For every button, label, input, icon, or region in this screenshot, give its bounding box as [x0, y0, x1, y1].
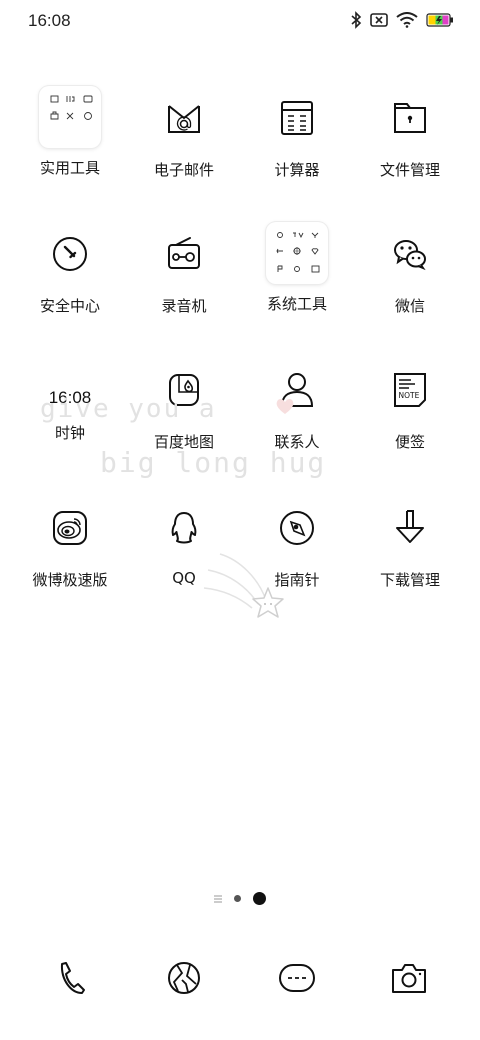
- app-calculator[interactable]: 计算器: [237, 86, 357, 180]
- download-icon: [378, 496, 442, 560]
- page-dot-current[interactable]: [253, 892, 266, 905]
- wallpaper-text-line1: give you a: [40, 394, 217, 424]
- dock-browser[interactable]: [156, 950, 212, 1006]
- bluetooth-icon: [350, 11, 362, 29]
- status-bar: 16:08: [0, 0, 480, 44]
- app-label: 系统工具: [266, 295, 327, 313]
- security-icon: [38, 222, 102, 286]
- app-label: 文件管理: [379, 161, 440, 179]
- dock-phone[interactable]: [43, 950, 99, 1006]
- notes-icon-text: NOTE: [399, 391, 420, 400]
- sim-off-icon: [370, 12, 388, 28]
- app-file-manager[interactable]: 文件管理: [350, 86, 470, 180]
- camera-icon: [392, 964, 426, 993]
- page-dot[interactable]: [234, 895, 241, 902]
- file-manager-icon: [378, 86, 442, 150]
- app-weibo[interactable]: 微博极速版: [10, 496, 130, 590]
- page-indicator[interactable]: [0, 892, 480, 905]
- wifi-icon: [396, 12, 418, 28]
- status-time: 16:08: [28, 11, 71, 30]
- battery-charging-icon: [426, 13, 454, 27]
- notes-icon: NOTE: [378, 358, 442, 422]
- calculator-icon: [265, 86, 329, 150]
- phone-icon: [60, 962, 85, 994]
- messages-icon: [279, 964, 315, 992]
- browser-icon: [168, 962, 200, 994]
- app-email[interactable]: 电子邮件: [124, 86, 244, 180]
- recorder-icon: [152, 222, 216, 286]
- app-download-manager[interactable]: 下载管理: [350, 496, 470, 590]
- folder-utilities-icon: [39, 86, 101, 148]
- app-label: 下载管理: [379, 571, 440, 589]
- wechat-icon: [378, 222, 442, 286]
- page-list-icon[interactable]: [214, 894, 222, 904]
- app-label: 时钟: [54, 424, 85, 442]
- wallpaper-text-line2: big long hug: [100, 446, 327, 479]
- app-recorder[interactable]: 录音机: [124, 222, 244, 316]
- shooting-star-decoration-icon: [203, 553, 284, 618]
- mail-icon: [152, 86, 216, 150]
- app-security-center[interactable]: 安全中心: [10, 222, 130, 316]
- app-label: 计算器: [274, 161, 320, 179]
- app-notes[interactable]: NOTE 便签: [350, 358, 470, 452]
- app-label: 便签: [394, 433, 425, 451]
- status-icons: [350, 11, 454, 29]
- app-label: 实用工具: [39, 159, 100, 177]
- dock-messages[interactable]: [269, 950, 325, 1006]
- dock: [0, 950, 480, 1006]
- heart-decoration-icon: [276, 398, 294, 414]
- app-label: 录音机: [161, 297, 207, 315]
- app-label: 微博极速版: [32, 571, 108, 589]
- weibo-icon: [38, 496, 102, 560]
- folder-system-tools-icon: [266, 222, 328, 284]
- app-label: 微信: [394, 297, 425, 315]
- dock-camera[interactable]: [381, 950, 437, 1006]
- app-label: 安全中心: [39, 297, 100, 315]
- app-wechat[interactable]: 微信: [350, 222, 470, 316]
- app-system-tools-folder[interactable]: 系统工具: [237, 222, 357, 314]
- app-utilities-folder[interactable]: 实用工具: [10, 86, 130, 178]
- app-label: 电子邮件: [153, 161, 214, 179]
